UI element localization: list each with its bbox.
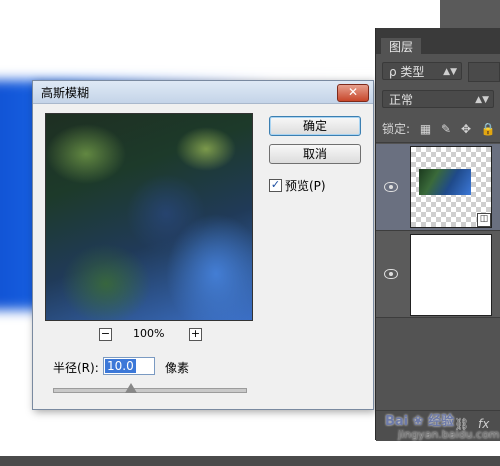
layer-filter-kind-select[interactable]: ρ 类型 ▲▼ [382, 62, 462, 80]
lock-label: 锁定: [382, 122, 411, 136]
radius-slider[interactable] [53, 383, 247, 393]
eye-icon[interactable] [384, 269, 398, 279]
zoom-controls: − 100% + [45, 327, 251, 343]
eye-icon[interactable] [384, 182, 398, 192]
layer-row-smart-object[interactable]: ◫ [376, 144, 500, 231]
baidu-watermark: Bai ❀ 经验 [385, 414, 455, 429]
close-button[interactable]: ✕ [337, 84, 369, 102]
radius-slider-thumb[interactable] [124, 383, 137, 393]
layer-thumbnail-blurred: ◫ [410, 146, 492, 228]
blend-mode-select[interactable]: 正常 ▲▼ [382, 90, 494, 108]
lock-row: 锁定: ▦ ✎ ✥ 🔒 [382, 120, 496, 137]
layer-thumbnail-white [410, 234, 492, 316]
preview-label: 预览(P) [285, 179, 326, 193]
zoom-level: 100% [133, 327, 165, 340]
layers-panel: 图层 ρ 类型 ▲▼ 正常 ▲▼ 锁定: ▦ ✎ ✥ 🔒 ◫ ⛓ fx [375, 28, 500, 441]
blur-preview-pane[interactable] [45, 113, 253, 321]
ok-button[interactable]: 确定 [269, 116, 361, 136]
lock-move-icon[interactable]: ✥ [461, 122, 471, 136]
smart-object-icon: ◫ [477, 213, 491, 227]
preview-checkbox[interactable]: ✓ [269, 179, 282, 192]
gaussian-blur-dialog: 高斯模糊 ✕ − 100% + 确定 取消 ✓ 预览(P) 半径(R): 10.0… [32, 80, 374, 410]
cancel-button[interactable]: 取消 [269, 144, 361, 164]
canvas-dark-strip [440, 0, 500, 28]
dialog-title: 高斯模糊 [41, 86, 90, 100]
dialog-titlebar[interactable]: 高斯模糊 ✕ [33, 81, 373, 104]
panel-tabbar: 图层 [376, 28, 500, 56]
filter-image-icon[interactable] [468, 62, 500, 82]
chevron-updown-icon: ▲▼ [443, 67, 457, 77]
radius-unit: 像素 [165, 361, 190, 375]
filter-kind-value: ρ 类型 [389, 65, 425, 79]
tab-layers[interactable]: 图层 [381, 38, 422, 56]
chevron-updown-icon: ▲▼ [475, 95, 489, 105]
radius-label: 半径(R): [53, 361, 99, 375]
thumbnail-image [419, 169, 471, 195]
lock-pixels-icon[interactable]: ▦ [420, 122, 431, 136]
preview-checkbox-row[interactable]: ✓ 预览(P) [269, 177, 326, 193]
radius-value[interactable]: 10.0 [105, 359, 136, 373]
lock-all-icon[interactable]: 🔒 [481, 122, 496, 136]
lock-brush-icon[interactable]: ✎ [441, 122, 451, 136]
panel-divider [376, 142, 500, 143]
workspace-bottom-strip [0, 456, 500, 466]
layer-row-background[interactable] [376, 231, 500, 318]
baidu-watermark-sub: jingyan.baidu.com [398, 428, 500, 441]
zoom-out-button[interactable]: − [99, 328, 112, 341]
zoom-in-button[interactable]: + [189, 328, 202, 341]
blend-mode-value: 正常 [389, 93, 414, 107]
